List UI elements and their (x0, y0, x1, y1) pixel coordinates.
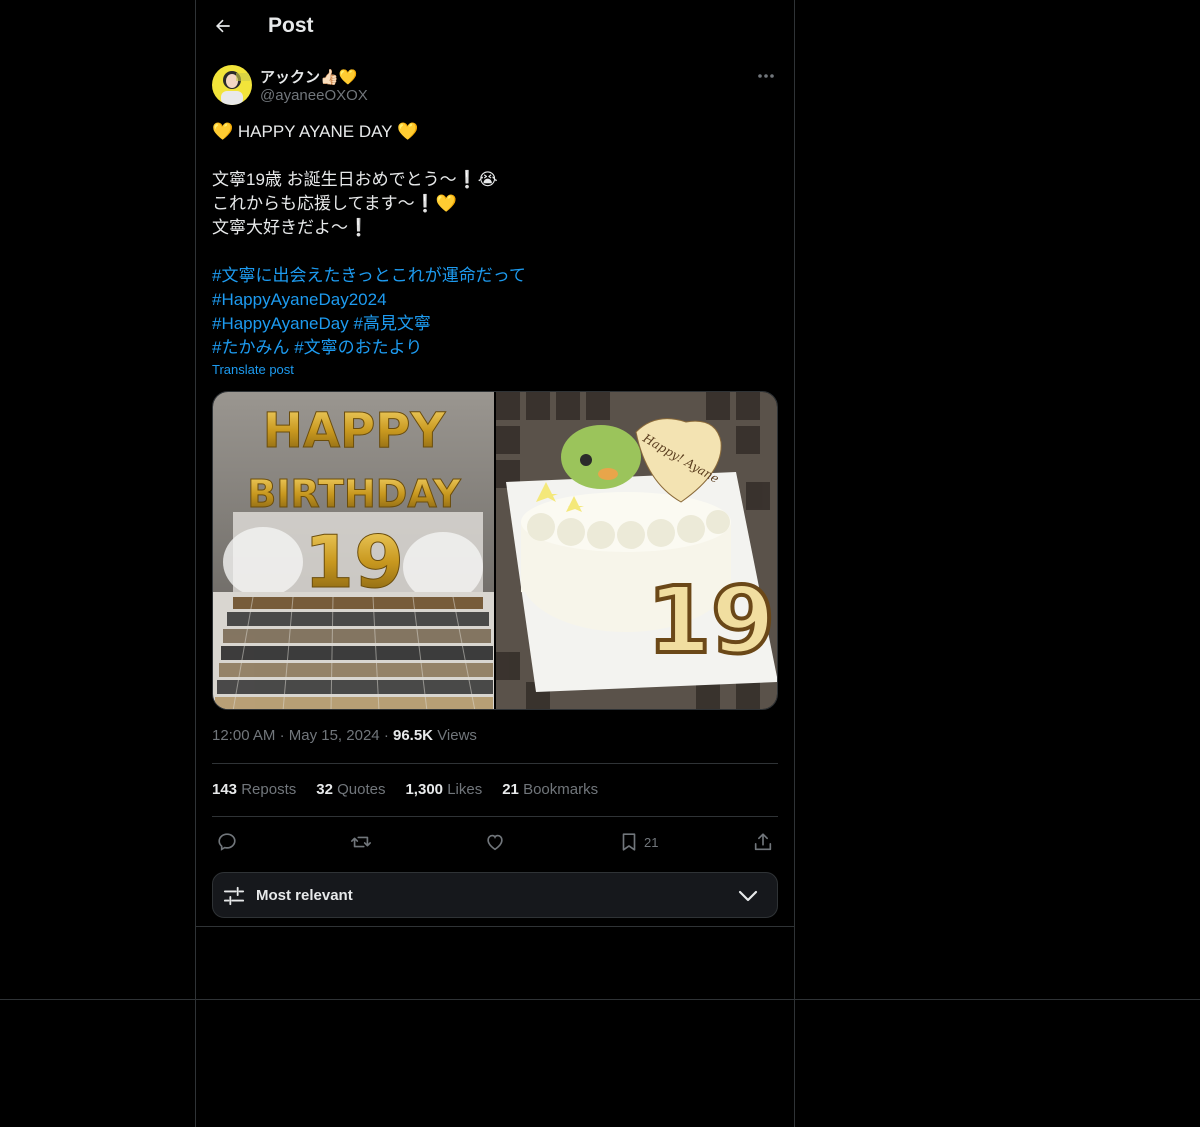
more-icon (758, 74, 774, 78)
repost-icon (351, 836, 371, 848)
quotes-stat[interactable]: 32 Quotes (316, 781, 385, 798)
likes-stat[interactable]: 1,300 Likes (405, 781, 482, 798)
post-meta: 12:00 AM · May 15, 2024 · 96.5K Views (212, 727, 477, 744)
bookmark-count: 21 (644, 834, 659, 850)
birthday-balloons-image: HAPPY BIRTHDAY 19 (213, 392, 494, 709)
heart-icon (487, 834, 503, 851)
like-button[interactable] (484, 828, 506, 856)
share-icon (754, 833, 772, 851)
cake-number: 19 (647, 567, 775, 674)
post-line: 💛 HAPPY AYANE DAY 💛 (212, 122, 419, 141)
footer-divider (0, 999, 1200, 1000)
reposts-stat[interactable]: 143 Reposts (212, 781, 296, 798)
balloon-birthday: BIRTHDAY (247, 472, 461, 516)
engagement-stats: 143 Reposts 32 Quotes 1,300 Likes 21 Boo… (212, 781, 598, 798)
sort-label: Most relevant (256, 887, 353, 904)
balloon-number: 19 (304, 520, 404, 604)
post-line: 文寧19歳 お誕生日おめでとう〜❕😭 (212, 170, 498, 189)
bookmark-button[interactable]: 21 (618, 828, 658, 856)
hashtag-link[interactable]: #HappyAyaneDay (212, 314, 349, 333)
photo-birthday-cake[interactable]: Happy! Ayane 19 (496, 392, 777, 709)
post-date[interactable]: May 15, 2024 (289, 727, 380, 744)
media-grid: HAPPY BIRTHDAY 19 Happy! Ayane 19 (212, 391, 778, 710)
hashtag-link[interactable]: #高見文寧 (353, 314, 430, 333)
left-column-border (195, 0, 196, 1127)
page-title: Post (268, 14, 314, 37)
translate-post-link[interactable]: Translate post (212, 362, 294, 377)
filter-sliders-icon (223, 886, 245, 906)
hashtag-link[interactable]: #文寧のおたより (294, 338, 422, 357)
hashtag-link[interactable]: #文寧に出会えたきっとこれが運命だって (212, 266, 526, 285)
repost-button[interactable] (350, 828, 372, 856)
chevron-down-icon (738, 890, 758, 902)
post-line: 文寧大好きだよ〜❕ (212, 218, 370, 237)
meta-separator: · (279, 727, 285, 744)
photo-birthday-balloons[interactable]: HAPPY BIRTHDAY 19 (213, 392, 494, 709)
back-arrow-icon (216, 19, 230, 33)
avatar[interactable] (212, 65, 252, 105)
right-column-border (794, 0, 795, 1127)
bookmarks-stat[interactable]: 21 Bookmarks (502, 781, 598, 798)
hashtag-link[interactable]: #HappyAyaneDay2024 (212, 290, 387, 309)
share-button[interactable] (752, 828, 774, 856)
post-author: アックン👍🏻💛 @ayaneeOXOX (212, 64, 778, 108)
reply-icon (218, 833, 236, 851)
bookmark-icon (622, 833, 636, 851)
page-header: Post (196, 0, 794, 53)
balloon-happy: HAPPY (263, 403, 447, 459)
views-label: Views (437, 727, 477, 744)
views-count: 96.5K (392, 727, 434, 744)
post-time[interactable]: 12:00 AM (212, 727, 275, 744)
post-body: 💛 HAPPY AYANE DAY 💛 文寧19歳 お誕生日おめでとう〜❕😭 こ… (212, 120, 778, 360)
thread-end-divider (196, 926, 794, 927)
meta-divider (212, 763, 778, 764)
author-handle[interactable]: @ayaneeOXOX (260, 87, 368, 104)
reply-sort-dropdown[interactable]: Most relevant (212, 872, 778, 918)
more-options-button[interactable] (754, 66, 778, 86)
meta-separator: · (383, 727, 389, 744)
post-actions: 21 (212, 828, 778, 856)
reply-button[interactable] (216, 828, 238, 856)
stats-divider (212, 816, 778, 817)
post-line: これからも応援してます〜❕💛 (212, 194, 457, 213)
birthday-cake-image: Happy! Ayane 19 (496, 392, 777, 709)
author-display-name[interactable]: アックン👍🏻💛 (260, 66, 357, 87)
hashtag-link[interactable]: #たかみん (212, 338, 289, 357)
back-button[interactable] (208, 11, 238, 41)
avatar-image (212, 65, 252, 105)
